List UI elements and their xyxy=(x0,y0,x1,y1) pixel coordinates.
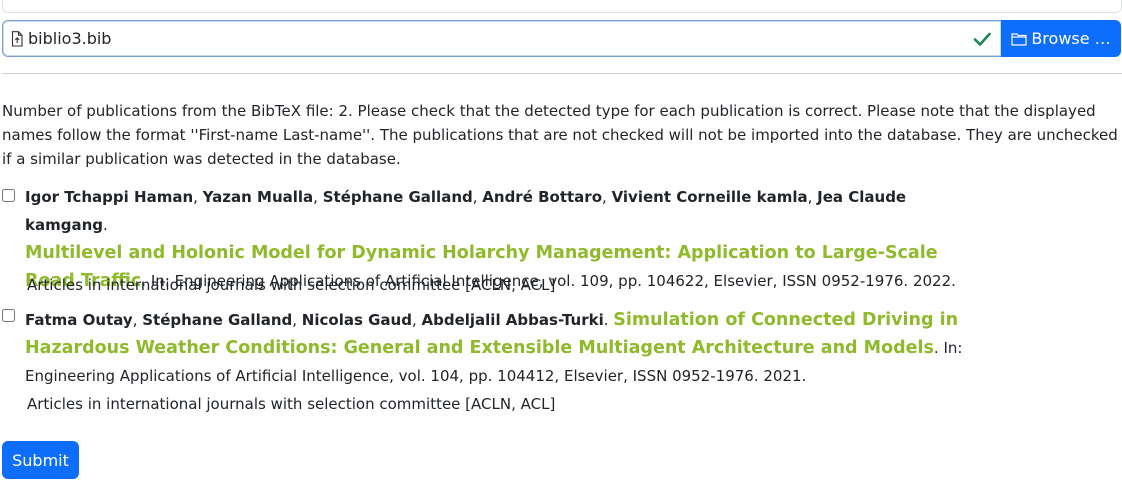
publication-citation: Fatma Outay, Stéphane Galland, Nicolas G… xyxy=(25,310,963,385)
browse-label: Browse … xyxy=(1031,29,1111,48)
submit-button[interactable]: Submit xyxy=(2,441,79,479)
author-name: Igor Tchappi Haman xyxy=(25,188,194,206)
previous-field-box xyxy=(2,0,1122,13)
publication-checkbox[interactable] xyxy=(2,189,15,202)
author-name: Fatma Outay xyxy=(25,311,133,329)
import-info-text: Number of publications from the BibTeX f… xyxy=(2,102,1118,168)
author-name: Yazan Mualla xyxy=(202,188,314,206)
author-name: André Bottaro xyxy=(482,188,603,206)
author-name: Stéphane Galland xyxy=(142,311,293,329)
file-upload-icon xyxy=(11,30,23,47)
author-name: Nicolas Gaud xyxy=(301,311,412,329)
publication-category: Articles in international journals with … xyxy=(27,395,556,413)
divider xyxy=(2,73,1122,74)
file-input[interactable]: biblio3.bib xyxy=(2,20,1001,57)
folder-icon xyxy=(1011,32,1027,46)
publication-category: Articles in international journals with … xyxy=(27,276,556,294)
author-name: Stéphane Galland xyxy=(322,188,473,206)
author-name: Abdeljalil Abbas-Turki xyxy=(421,311,604,329)
valid-check-icon xyxy=(973,30,991,48)
file-input-group: biblio3.bib Browse … xyxy=(2,20,1121,57)
author-name: Vivient Corneille kamla xyxy=(611,188,808,206)
browse-button[interactable]: Browse … xyxy=(1001,20,1121,57)
file-name: biblio3.bib xyxy=(28,29,112,48)
publication-checkbox[interactable] xyxy=(2,309,15,322)
